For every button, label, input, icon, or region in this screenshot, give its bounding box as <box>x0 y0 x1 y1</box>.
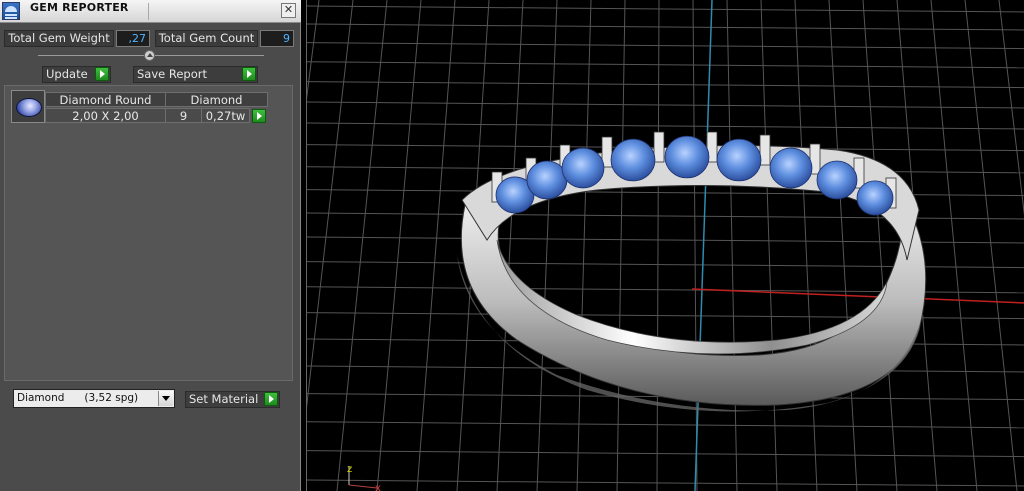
chevron-down-icon[interactable] <box>158 391 173 406</box>
title-divider <box>148 3 149 20</box>
update-button[interactable]: Update <box>42 66 111 83</box>
gem-size-cell: 2,00 X 2,00 <box>45 108 166 123</box>
y-axis-line <box>694 0 713 491</box>
diamond-gem[interactable] <box>769 147 813 189</box>
set-material-button-label: Set Material <box>189 392 259 406</box>
update-button-label: Update <box>46 67 88 81</box>
close-button[interactable]: ✕ <box>281 3 296 18</box>
gem-count-cell: 9 <box>165 108 202 123</box>
diamond-gem[interactable] <box>816 160 858 200</box>
round-diamond-icon <box>16 98 42 117</box>
close-icon: ✕ <box>283 3 294 16</box>
gem-row-select-arrow-icon[interactable] <box>252 109 266 123</box>
gizmo-x-label: x <box>375 483 381 491</box>
gem-list: Diamond Round Diamond 2,00 X 2,00 9 0,27… <box>4 85 293 381</box>
3d-viewport[interactable]: z x <box>306 0 1024 491</box>
diamond-gem[interactable] <box>856 180 894 216</box>
prong <box>759 134 771 166</box>
gem-weight-cell: 0,27tw <box>201 108 250 123</box>
save-report-button-label: Save Report <box>137 67 208 81</box>
diamond-gem[interactable] <box>716 138 762 182</box>
total-gem-weight-label: Total Gem Weight <box>4 30 114 47</box>
panel-slider-handle[interactable] <box>144 50 155 61</box>
gem-thumbnail[interactable] <box>11 90 45 123</box>
gem-reporter-icon <box>2 2 20 20</box>
play-arrow-icon <box>242 67 256 81</box>
total-gem-count-label: Total Gem Count <box>155 30 258 47</box>
gizmo-z-label: z <box>347 464 352 475</box>
material-dropdown-value: Diamond (3,52 spg) <box>17 392 139 404</box>
window-title: GEM REPORTER <box>30 1 129 14</box>
diamond-gem[interactable] <box>526 160 568 200</box>
set-material-button[interactable]: Set Material <box>185 391 280 408</box>
total-gem-count-value: 9 <box>260 30 294 47</box>
save-report-button[interactable]: Save Report <box>133 66 258 83</box>
ring-model[interactable] <box>457 131 927 412</box>
total-gem-weight-value: ,27 <box>116 30 150 47</box>
play-arrow-icon <box>264 392 278 406</box>
gem-shape-header: Diamond Round <box>45 92 166 107</box>
diamond-gem[interactable] <box>610 138 656 182</box>
diamond-gem[interactable] <box>664 135 710 179</box>
diamond-gem[interactable] <box>561 147 605 189</box>
title-bar: GEM REPORTER ✕ <box>0 0 301 23</box>
prong <box>653 131 665 163</box>
material-dropdown[interactable]: Diamond (3,52 spg) <box>13 389 175 408</box>
gem-material-header: Diamond <box>165 92 268 107</box>
gem-reporter-panel: GEM REPORTER ✕ Total Gem Weight ,27 Tota… <box>0 0 301 491</box>
play-arrow-icon <box>95 67 109 81</box>
axis-gizmo: z x <box>347 464 381 491</box>
